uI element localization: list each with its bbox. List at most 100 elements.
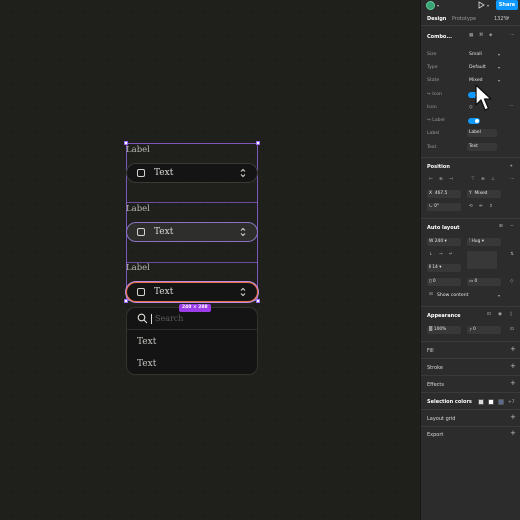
more-colors[interactable]: +7 (508, 400, 515, 405)
spacing-icon[interactable]: ⇅ (510, 252, 514, 257)
chevron-down-icon[interactable]: ▾ (498, 65, 500, 70)
y-field[interactable]: Y Mixed (467, 190, 501, 198)
align-center-h-icon[interactable]: ⊕ (439, 177, 443, 182)
x-field[interactable]: X 467.5 (427, 190, 461, 198)
prop-size[interactable]: Size Small ▾ (421, 50, 520, 60)
color-swatch[interactable] (478, 399, 484, 405)
label-text-input[interactable]: Label (467, 129, 497, 137)
height-field[interactable]: ⫶ Hug ▾ (467, 238, 501, 246)
resize-handle[interactable] (256, 299, 260, 303)
remove-icon[interactable]: − (510, 224, 514, 229)
design-canvas[interactable]: Label Text Label Text Label Text Search (0, 0, 420, 520)
color-swatch[interactable] (498, 399, 504, 405)
prop-type-value[interactable]: Default (469, 65, 486, 70)
align-middle-icon[interactable]: ⊕ (481, 177, 485, 182)
divider (421, 375, 520, 376)
y-field-label: Y (469, 191, 472, 196)
chevron-down-icon[interactable]: ▾ (507, 16, 509, 21)
divider (421, 157, 520, 158)
auto-layout-size: W 240 ▾ ⫶ Hug ▾ (421, 238, 520, 248)
width-field[interactable]: W 240 ▾ (427, 238, 461, 246)
eye-icon[interactable]: ◉ (498, 312, 502, 317)
prop-icon-toggle[interactable]: ↪ Icon (421, 90, 520, 100)
combobox-default[interactable]: Text (126, 163, 258, 183)
prop-type[interactable]: Type Default ▾ (421, 63, 520, 73)
auto-layout-padding: ▯ 0 ▭ 0 ◇ (421, 278, 520, 288)
tab-design[interactable]: Design (427, 16, 446, 22)
chevron-down-icon[interactable]: ▾ (498, 293, 500, 298)
combobox-focused[interactable]: Text (126, 282, 258, 302)
avatar[interactable] (426, 1, 435, 10)
add-stroke-icon[interactable]: + (510, 362, 516, 370)
align-right-icon[interactable]: ⊣ (449, 177, 453, 182)
properties-panel: ▾ ▾ Share Design Prototype 132% ▾ Combo.… (420, 0, 520, 520)
gap-field[interactable]: ⫴ 14 ▾ (427, 264, 461, 272)
prop-text-label: Text (427, 145, 437, 150)
padding-options-icon[interactable]: ◇ (510, 279, 513, 284)
chevron-down-icon[interactable]: ▾ (487, 3, 489, 8)
resize-handle[interactable] (256, 141, 260, 145)
prop-label-text: Label Label (421, 129, 520, 139)
prop-label-toggle[interactable]: ↪ Label (421, 116, 520, 126)
dimension-badge: 240 × 288 (179, 304, 211, 312)
dropdown-item[interactable]: Text (127, 331, 257, 353)
rotation-field[interactable]: ∟ 0° (427, 203, 461, 211)
auto-layout-gap: ⫴ 14 ▾ (421, 264, 520, 274)
padding-v-field[interactable]: ▭ 0 (467, 278, 501, 286)
more-icon[interactable]: ⋯ (510, 33, 515, 38)
component-instance-icon[interactable]: ◈ (489, 33, 492, 38)
chevron-down-icon[interactable]: ▾ (437, 3, 439, 8)
align-bottom-icon[interactable]: ⊥ (491, 177, 495, 182)
auto-layout-grid-icon[interactable]: ⊞ (499, 224, 503, 229)
more-icon[interactable]: ⋯ (510, 177, 515, 182)
prop-icon[interactable]: Icon ◇ ⋯ (421, 103, 520, 113)
label-toggle[interactable] (468, 118, 480, 124)
component-link-icon[interactable]: ⌘ (479, 33, 484, 38)
align-top-icon[interactable]: ⊤ (471, 177, 475, 182)
prop-size-value[interactable]: Small (469, 52, 482, 57)
radius-value: 0 (473, 327, 476, 332)
dropdown-item[interactable]: Text (127, 353, 257, 374)
add-layout-grid-icon[interactable]: + (510, 413, 516, 421)
chevron-down-icon[interactable]: ▾ (498, 78, 500, 83)
color-swatch[interactable] (488, 399, 494, 405)
checkbox-icon (137, 169, 145, 177)
show-content-select[interactable]: Show content (437, 293, 468, 298)
radius-field[interactable]: ╭ 0 (467, 326, 501, 334)
blend-mode-icon[interactable]: ⊡ (487, 312, 491, 317)
component-grid-icon[interactable]: ▦ (469, 33, 473, 38)
padding-h-field[interactable]: ▯ 0 (427, 278, 461, 286)
x-field-label: X (429, 191, 433, 196)
prop-state[interactable]: State Mixed ▾ (421, 76, 520, 86)
text-input[interactable]: Text (467, 143, 497, 151)
prop-text: Text Text (421, 143, 520, 153)
resize-handle[interactable] (124, 299, 128, 303)
play-icon[interactable] (477, 1, 485, 9)
add-effect-icon[interactable]: + (510, 379, 516, 387)
text-caret (151, 313, 152, 324)
tab-prototype[interactable]: Prototype (452, 16, 476, 22)
divider (421, 409, 520, 410)
add-export-icon[interactable]: + (510, 429, 516, 437)
direction-right-icon[interactable]: → (439, 252, 443, 257)
diamond-icon[interactable]: ◇ (469, 105, 473, 110)
flip-vertical-icon[interactable]: ⇕ (489, 204, 493, 209)
drop-icon[interactable]: ◊ (510, 312, 512, 317)
component-name[interactable]: Combo... (427, 34, 452, 40)
opacity-field[interactable]: ▒ 100% (427, 326, 461, 334)
show-content-icon: ⊟ (429, 292, 433, 297)
add-fill-icon[interactable]: + (510, 345, 516, 353)
combobox-hover[interactable]: Text (126, 222, 258, 242)
fill-title: Fill (427, 348, 434, 354)
x-field-value: 467.5 (434, 191, 448, 196)
align-left-icon[interactable]: ⊢ (429, 177, 433, 182)
flip-horizontal-icon[interactable]: ⇹ (479, 204, 483, 209)
direction-down-icon[interactable]: ↓ (429, 252, 433, 257)
share-button[interactable]: Share (496, 0, 518, 10)
more-icon[interactable]: ⋯ (509, 104, 514, 109)
chevron-down-icon[interactable]: ▾ (498, 52, 500, 57)
rotate-icon[interactable]: ⟲ (469, 204, 473, 209)
wrap-icon[interactable]: ↵ (449, 252, 453, 257)
corner-options-icon[interactable]: ⊡ (510, 327, 514, 332)
constraints-icon[interactable]: ⌖ (510, 163, 513, 169)
